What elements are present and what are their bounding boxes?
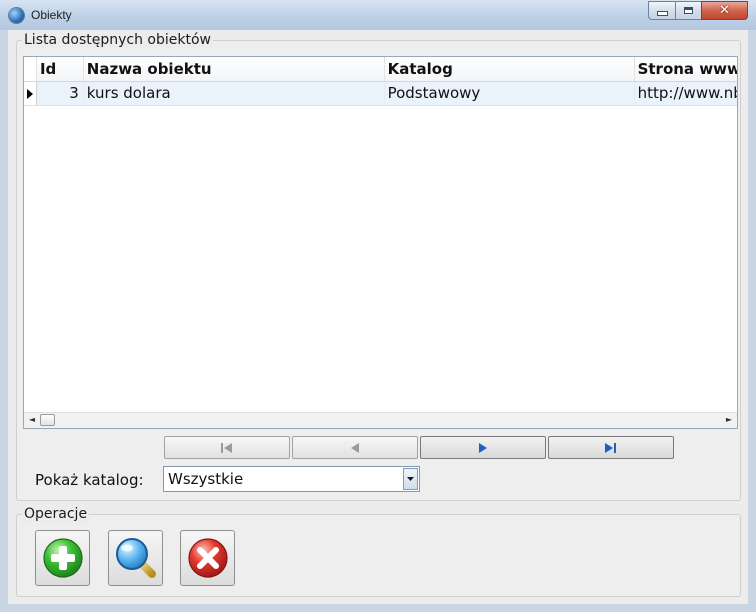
last-record-button[interactable]	[548, 436, 674, 459]
column-header-url[interactable]: Strona www	[634, 57, 737, 82]
close-icon: ✕	[719, 3, 730, 18]
close-button[interactable]: ✕	[701, 1, 748, 20]
client-area: Lista dostępnych obiektów Id Nazwa obiek…	[8, 30, 748, 604]
delete-icon	[187, 538, 228, 578]
window: Obiekty ✕ Lista dostępnych obiektów Id N…	[0, 0, 756, 612]
cell-name[interactable]: kurs dolara	[84, 82, 385, 105]
minimize-button[interactable]	[648, 1, 675, 20]
minimize-icon	[656, 11, 668, 16]
cell-catalog[interactable]: Podstawowy	[385, 82, 635, 105]
scroll-left-icon[interactable]: ◄	[26, 414, 38, 426]
chevron-down-icon	[407, 477, 414, 481]
window-border-bottom	[0, 604, 756, 612]
first-record-icon	[221, 442, 232, 453]
last-record-icon	[605, 442, 616, 453]
current-row-icon	[26, 88, 33, 99]
objects-group-title: Lista dostępnych obiektów	[22, 32, 213, 48]
grid-header: Id Nazwa obiektu Katalog Strona www	[24, 57, 737, 82]
row-indicator	[24, 82, 37, 105]
search-button[interactable]	[108, 530, 163, 586]
first-record-button[interactable]	[164, 436, 290, 459]
cell-url[interactable]: http://www.nbp.pl	[635, 82, 737, 105]
column-header-name[interactable]: Nazwa obiektu	[83, 57, 385, 82]
delete-button[interactable]	[180, 530, 235, 586]
previous-record-icon	[350, 442, 359, 453]
cell-id[interactable]: 3	[37, 82, 84, 105]
dropdown-button[interactable]	[403, 468, 418, 490]
objects-grid[interactable]: Id Nazwa obiektu Katalog Strona www 3 ku…	[23, 56, 738, 429]
add-button[interactable]	[35, 530, 90, 586]
record-navigator	[164, 436, 674, 459]
maximize-button[interactable]	[675, 1, 701, 20]
horizontal-scrollbar[interactable]: ◄ ►	[24, 412, 737, 428]
window-border-right	[748, 30, 756, 612]
search-icon	[115, 538, 156, 578]
next-record-icon	[478, 442, 487, 453]
maximize-icon	[684, 7, 693, 14]
window-controls: ✕	[648, 1, 748, 20]
next-record-button[interactable]	[420, 436, 546, 459]
app-icon	[9, 8, 24, 23]
column-header-id[interactable]: Id	[36, 57, 84, 82]
window-border-left	[0, 30, 8, 612]
table-row[interactable]: 3 kurs dolara Podstawowy http://www.nbp.…	[24, 82, 737, 106]
catalog-filter-label: Pokaż katalog:	[35, 471, 144, 489]
grid-corner	[24, 57, 37, 82]
scroll-right-icon[interactable]: ►	[723, 414, 735, 426]
column-header-catalog[interactable]: Katalog	[384, 57, 635, 82]
catalog-filter-select[interactable]: Wszystkie	[163, 466, 420, 492]
operations-group-title: Operacje	[22, 506, 90, 522]
title-bar[interactable]: Obiekty ✕	[0, 0, 756, 30]
add-icon	[42, 538, 83, 578]
catalog-filter-value: Wszystkie	[168, 470, 244, 488]
window-title: Obiekty	[31, 8, 72, 22]
scroll-thumb[interactable]	[40, 414, 55, 426]
previous-record-button[interactable]	[292, 436, 418, 459]
